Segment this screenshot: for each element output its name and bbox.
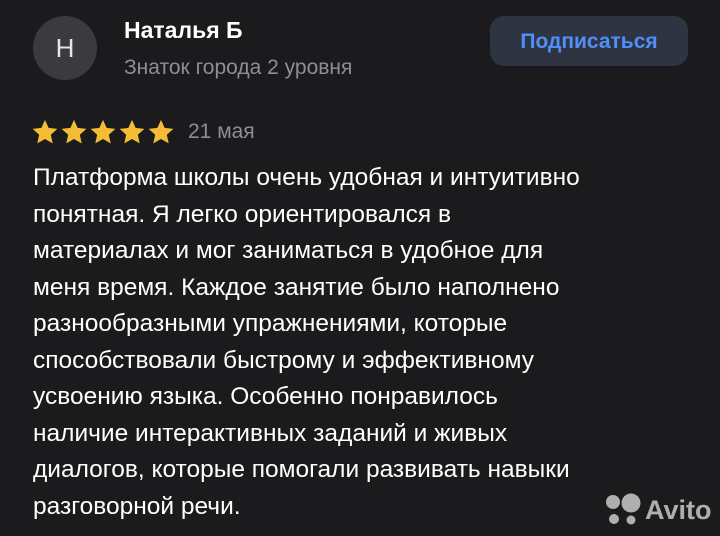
star-icon [90, 119, 116, 144]
star-icon [32, 119, 58, 144]
author-name[interactable]: Наталья Б [124, 17, 243, 44]
star-icon [61, 119, 87, 144]
review-text-line: меня время. Каждое занятие было наполнен… [33, 273, 560, 301]
review-text-line: материалах и мог заниматься в удобное дл… [33, 237, 544, 264]
review-text-line: понятная. Я легко ориентировался в [33, 200, 451, 228]
review-text-line: Платформа школы очень удобная и интуитив… [33, 164, 580, 191]
review-text-line: диалогов, которые помогали развивать нав… [33, 456, 570, 483]
avatar[interactable]: Н [33, 16, 97, 80]
review-text-line: способствовали быстрому и эффективному [33, 346, 534, 374]
star-rating [31, 117, 176, 147]
star-icon [148, 119, 174, 144]
subscribe-button[interactable]: Подписаться [490, 16, 688, 66]
star-icon [119, 119, 145, 144]
avito-watermark: Avito [604, 490, 712, 530]
review-text-line: разговорной речи. [33, 492, 241, 520]
review-date: 21 мая [188, 120, 255, 143]
review-text-line: усвоению языка. Особенно понравилось [33, 383, 498, 410]
author-level: Знаток города 2 уровня [124, 56, 353, 79]
avito-logo-icon [606, 493, 641, 525]
review-text: Платформа школы очень удобная и интуитив… [33, 160, 708, 525]
review-text-line: наличие интерактивных заданий и живых [33, 419, 508, 447]
review-text-line: разнообразными упражнениями, которые [33, 310, 508, 337]
watermark-text: Avito [645, 494, 712, 525]
